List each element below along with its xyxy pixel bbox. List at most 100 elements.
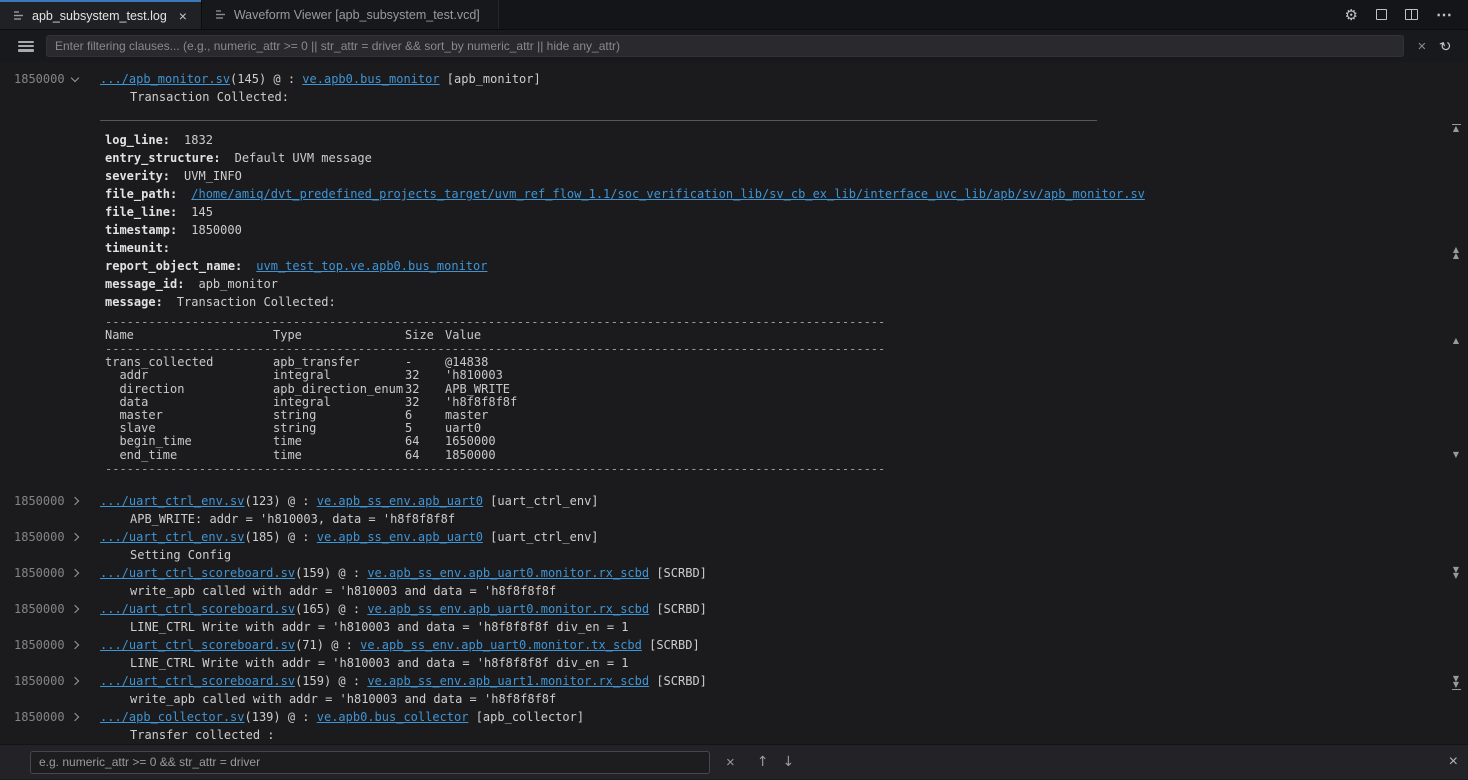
- page-down-icon[interactable]: [1449, 567, 1463, 579]
- entry-gutter: 1850000: [0, 492, 100, 528]
- tab-log-file[interactable]: apb_subsystem_test.log: [0, 0, 201, 29]
- tab-label: Waveform Viewer [apb_subsystem_test.vcd]: [234, 8, 480, 22]
- next-marker-icon[interactable]: [1449, 452, 1463, 458]
- table-cell: string: [273, 422, 405, 435]
- menu-hamburger-icon[interactable]: [18, 41, 34, 52]
- table-row: begin_timetime641650000: [105, 435, 1468, 448]
- previous-marker-icon[interactable]: [1449, 338, 1463, 344]
- detail-key: file_path:: [105, 187, 177, 201]
- object-link[interactable]: ve.apb_ss_env.apb_uart0.monitor.rx_scbd: [367, 602, 649, 616]
- detail-row: timeunit:: [105, 239, 1468, 257]
- page-up-icon[interactable]: [1449, 247, 1463, 259]
- split-editor-icon[interactable]: [1405, 9, 1418, 20]
- entry-body: .../uart_ctrl_scoreboard.sv(71) @ : ve.a…: [100, 636, 1468, 672]
- entry-header-line: .../uart_ctrl_scoreboard.sv(159) @ : ve.…: [100, 564, 1468, 582]
- entry-timestamp: 1850000: [14, 70, 65, 88]
- table-cell: trans_collected: [105, 356, 273, 369]
- table-cell: 64: [405, 435, 445, 448]
- table-header-row: NameTypeSizeValue: [105, 329, 1468, 342]
- find-input[interactable]: [30, 751, 710, 774]
- find-previous-icon[interactable]: [757, 754, 769, 770]
- entry-timestamp: 1850000: [14, 528, 65, 546]
- table-row: dataintegral32'h8f8f8f8f: [105, 396, 1468, 409]
- table-cell: -: [405, 356, 445, 369]
- settings-gear-icon[interactable]: [1345, 6, 1358, 24]
- expand-entry-chevron-icon[interactable]: [70, 569, 78, 577]
- table-cell: APB_WRITE: [445, 383, 1468, 396]
- table-header-cell: Type: [273, 329, 405, 342]
- object-link[interactable]: ve.apb0.bus_collector: [317, 710, 469, 724]
- table-cell: 32: [405, 369, 445, 382]
- refresh-icon[interactable]: [1440, 38, 1452, 55]
- tab-waveform-viewer[interactable]: Waveform Viewer [apb_subsystem_test.vcd]: [201, 0, 499, 29]
- close-tab-icon[interactable]: [175, 8, 191, 24]
- object-link[interactable]: ve.apb_ss_env.apb_uart1.monitor.rx_scbd: [367, 674, 649, 688]
- table-cell: 5: [405, 422, 445, 435]
- expand-entry-chevron-icon[interactable]: [70, 533, 78, 541]
- scroll-to-bottom-icon[interactable]: [1449, 676, 1463, 691]
- scroll-rail: [1446, 62, 1468, 744]
- scroll-to-top-icon[interactable]: [1449, 123, 1463, 132]
- find-next-icon[interactable]: [783, 754, 795, 770]
- detail-row: file_line:145: [105, 203, 1468, 221]
- detail-row: severity:UVM_INFO: [105, 167, 1468, 185]
- detail-key: timestamp:: [105, 223, 177, 237]
- log-entry: 1850000 .../apb_monitor.sv(145) @ : ve.ap…: [0, 70, 1468, 476]
- table-cell: master: [445, 409, 1468, 422]
- expand-entry-chevron-icon[interactable]: [70, 605, 78, 613]
- entry-body: .../uart_ctrl_scoreboard.sv(159) @ : ve.…: [100, 564, 1468, 600]
- table-cell: data: [105, 396, 273, 409]
- tab-label: apb_subsystem_test.log: [32, 9, 167, 23]
- detail-key: report_object_name:: [105, 259, 242, 273]
- table-row: end_timetime641850000: [105, 449, 1468, 462]
- more-actions-icon[interactable]: [1436, 5, 1452, 25]
- entry-timestamp: 1850000: [14, 564, 65, 582]
- table-cell: 'h8f8f8f8f: [445, 396, 1468, 409]
- object-link[interactable]: ve.apb_ss_env.apb_uart0: [317, 530, 483, 544]
- entry-header-line: .../uart_ctrl_scoreboard.sv(71) @ : ve.a…: [100, 636, 1468, 654]
- entry-header-line: .../apb_monitor.sv(145) @ : ve.apb0.bus_…: [100, 70, 1468, 88]
- file-link[interactable]: .../apb_collector.sv: [100, 710, 245, 724]
- entry-header-line: .../uart_ctrl_env.sv(123) @ : ve.apb_ss_…: [100, 492, 1468, 510]
- file-link[interactable]: .../apb_monitor.sv: [100, 72, 230, 86]
- collapse-entry-chevron-icon[interactable]: [70, 74, 78, 82]
- detail-value: apb_monitor: [198, 277, 277, 291]
- log-entry: 1850000.../uart_ctrl_env.sv(123) @ : ve.…: [0, 492, 1468, 528]
- clear-filter-icon[interactable]: [1418, 38, 1427, 55]
- file-link[interactable]: .../uart_ctrl_scoreboard.sv: [100, 674, 295, 688]
- maximize-panel-icon[interactable]: [1376, 9, 1387, 20]
- file-link[interactable]: .../uart_ctrl_env.sv: [100, 530, 245, 544]
- object-link[interactable]: ve.apb_ss_env.apb_uart0.monitor.tx_scbd: [360, 638, 642, 652]
- table-cell: 32: [405, 383, 445, 396]
- entry-gutter: 1850000: [0, 70, 100, 476]
- expand-entry-chevron-icon[interactable]: [70, 641, 78, 649]
- table-row: masterstring6master: [105, 409, 1468, 422]
- table-cell: uart0: [445, 422, 1468, 435]
- detail-value-link[interactable]: uvm_test_top.ve.apb0.bus_monitor: [256, 259, 487, 273]
- table-cell: string: [273, 409, 405, 422]
- entry-tag: [SCRBD]: [642, 638, 700, 652]
- file-link[interactable]: .../uart_ctrl_env.sv: [100, 494, 245, 508]
- detail-key: message_id:: [105, 277, 184, 291]
- expand-entry-chevron-icon[interactable]: [70, 713, 78, 721]
- object-link[interactable]: ve.apb_ss_env.apb_uart0: [317, 494, 483, 508]
- entry-details: log_line:1832entry_structure:Default UVM…: [105, 131, 1468, 311]
- entry-tag: [apb_collector]: [468, 710, 584, 724]
- expand-entry-chevron-icon[interactable]: [70, 677, 78, 685]
- table-header-cell: Value: [445, 329, 1468, 342]
- object-link[interactable]: ve.apb0.bus_monitor: [302, 72, 439, 86]
- file-link[interactable]: .../uart_ctrl_scoreboard.sv: [100, 602, 295, 616]
- file-link[interactable]: .../uart_ctrl_scoreboard.sv: [100, 638, 295, 652]
- filter-toolbar: [0, 30, 1468, 62]
- detail-value-link[interactable]: /home/amiq/dvt_predefined_projects_targe…: [191, 187, 1145, 201]
- clear-find-icon[interactable]: [726, 754, 735, 771]
- expand-entry-chevron-icon[interactable]: [70, 497, 78, 505]
- filter-input[interactable]: [46, 35, 1404, 57]
- table-cell: integral: [273, 369, 405, 382]
- titlebar: apb_subsystem_test.log Waveform Viewer […: [0, 0, 1468, 30]
- object-link[interactable]: ve.apb_ss_env.apb_uart0.monitor.rx_scbd: [367, 566, 649, 580]
- entry-body: .../apb_monitor.sv(145) @ : ve.apb0.bus_…: [100, 70, 1468, 476]
- table-cell: time: [273, 449, 405, 462]
- file-link[interactable]: .../uart_ctrl_scoreboard.sv: [100, 566, 295, 580]
- close-find-bar-icon[interactable]: [1449, 753, 1458, 771]
